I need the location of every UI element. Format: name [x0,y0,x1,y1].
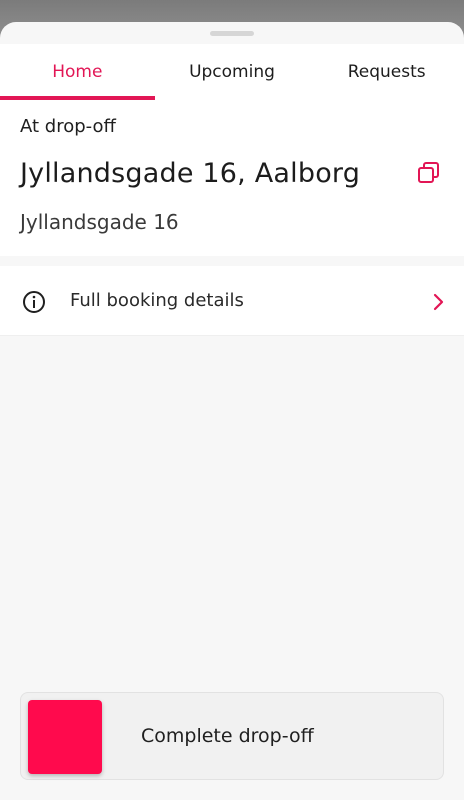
swipe-handle[interactable] [28,700,102,774]
complete-drop-off-slider[interactable]: Complete drop-off [20,692,444,780]
copy-icon[interactable] [416,160,442,186]
stop-address-subtitle: Jyllandsgade 16 [20,210,179,234]
tab-upcoming[interactable]: Upcoming [155,44,310,100]
stop-status: At drop-off [20,116,116,137]
full-booking-details-row[interactable]: Full booking details [0,266,464,336]
info-icon [22,290,46,314]
tab-bar: Home Upcoming Requests [0,44,464,100]
tab-home[interactable]: Home [0,44,155,100]
full-booking-details-label: Full booking details [70,290,244,311]
sheet-drag-handle[interactable] [210,31,254,36]
chevron-right-icon [432,292,446,312]
stop-address-title: Jyllandsgade 16, Aalborg [20,158,361,189]
tab-requests[interactable]: Requests [309,44,464,100]
bottom-sheet: Home Upcoming Requests At drop-off Jylla… [0,22,464,800]
stop-card: At drop-off Jyllandsgade 16, Aalborg Jyl… [0,100,464,256]
complete-drop-off-label: Complete drop-off [141,725,314,747]
